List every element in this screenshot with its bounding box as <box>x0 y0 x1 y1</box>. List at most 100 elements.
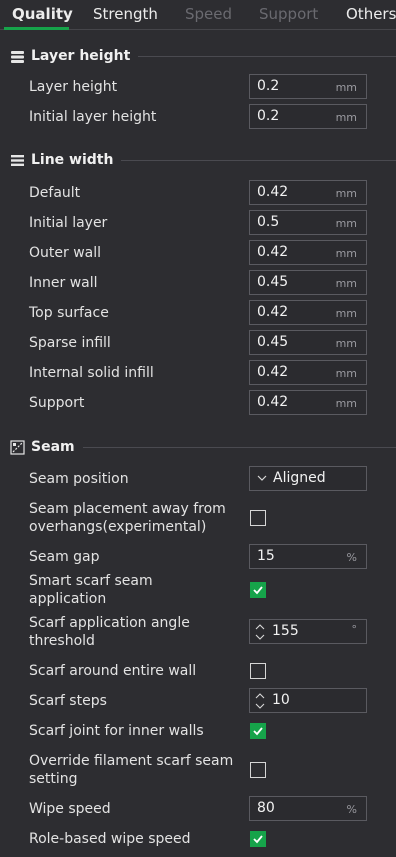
field-unit: % <box>346 551 357 564</box>
field-value: 0.5 <box>257 214 280 230</box>
section-seam: Seam <box>10 437 396 457</box>
setting-label: Support <box>29 395 85 411</box>
field-value: 0.45 <box>257 274 289 290</box>
setting-label: Inner wall <box>29 275 98 291</box>
tab-strength[interactable]: Strength <box>93 5 158 23</box>
setting-label: Initial layer height <box>29 109 157 125</box>
field-value: 155 <box>272 623 299 639</box>
label-line: Smart scarf seam <box>29 573 153 589</box>
role-based-wipe-checkbox[interactable] <box>250 831 266 847</box>
seam-icon <box>10 439 25 455</box>
scarf-inner-walls-checkbox[interactable] <box>250 723 266 739</box>
setting-label: Smart scarf seam application <box>29 572 239 608</box>
label-line: overhangs(experimental) <box>29 519 207 535</box>
override-filament-scarf-checkbox[interactable] <box>250 762 266 778</box>
initial-layer-width-input[interactable]: 0.5 mm <box>249 210 367 235</box>
seam-gap-input[interactable]: 15 % <box>249 544 367 569</box>
scarf-steps-spin-input[interactable]: 10 <box>249 688 367 713</box>
setting-label: Override filament scarf seam setting <box>29 752 239 788</box>
setting-label: Seam position <box>29 471 129 487</box>
inner-wall-width-input[interactable]: 0.45 mm <box>249 270 367 295</box>
setting-label: Scarf around entire wall <box>29 663 197 679</box>
label-line: Scarf application angle <box>29 615 190 631</box>
checkmark-icon <box>253 586 263 595</box>
field-unit: mm <box>335 397 357 410</box>
section-layer-height: Layer height <box>10 46 396 66</box>
scarf-angle-spin-input[interactable]: 155 ° <box>249 619 367 644</box>
spinner-arrows-icon[interactable] <box>254 691 266 711</box>
smart-scarf-checkbox[interactable] <box>250 582 266 598</box>
field-value: 0.2 <box>257 108 280 124</box>
field-value: 0.42 <box>257 364 289 380</box>
tab-support[interactable]: Support <box>259 5 318 23</box>
field-unit: mm <box>335 111 357 124</box>
field-value: 10 <box>272 692 290 708</box>
setting-label: Role-based wipe speed <box>29 831 191 847</box>
initial-layer-height-input[interactable]: 0.2 mm <box>249 104 367 129</box>
field-value: 0.2 <box>257 78 280 94</box>
field-unit: mm <box>335 247 357 260</box>
seam-away-checkbox[interactable] <box>250 510 266 526</box>
tab-speed[interactable]: Speed <box>185 5 232 23</box>
outer-wall-width-input[interactable]: 0.42 mm <box>249 240 367 265</box>
field-unit: mm <box>335 307 357 320</box>
layer-height-input[interactable]: 0.2 mm <box>249 74 367 99</box>
setting-label: Wipe speed <box>29 801 111 817</box>
setting-label: Scarf steps <box>29 693 107 709</box>
field-value: 0.42 <box>257 394 289 410</box>
tab-others[interactable]: Others <box>346 5 396 23</box>
scarf-entire-wall-checkbox[interactable] <box>250 663 266 679</box>
field-unit: mm <box>335 217 357 230</box>
wipe-speed-input[interactable]: 80 % <box>249 796 367 821</box>
field-value: 0.45 <box>257 334 289 350</box>
setting-label: Default <box>29 185 81 201</box>
setting-label: Seam gap <box>29 549 100 565</box>
checkmark-icon <box>253 727 263 736</box>
section-title-layer-height: Layer height <box>31 48 131 64</box>
setting-label: Top surface <box>29 305 109 321</box>
field-unit: % <box>346 803 357 816</box>
field-unit: ° <box>351 623 358 636</box>
label-line: setting <box>29 771 78 787</box>
label-line: Override filament scarf seam <box>29 753 234 769</box>
sparse-infill-width-input[interactable]: 0.45 mm <box>249 330 367 355</box>
label-line: Seam placement away from <box>29 501 226 517</box>
field-value: 0.42 <box>257 244 289 260</box>
field-value: 80 <box>257 800 275 816</box>
setting-label: Scarf application angle threshold <box>29 614 239 650</box>
default-width-input[interactable]: 0.42 mm <box>249 180 367 205</box>
section-title-line-width: Line width <box>31 152 114 168</box>
field-value: 0.42 <box>257 184 289 200</box>
setting-label: Layer height <box>29 79 118 95</box>
section-divider <box>138 55 396 57</box>
top-surface-width-input[interactable]: 0.42 mm <box>249 300 367 325</box>
field-unit: mm <box>335 277 357 290</box>
spinner-arrows-icon[interactable] <box>254 622 266 642</box>
active-tab-indicator <box>4 27 69 30</box>
lines-icon <box>10 153 25 168</box>
field-unit: mm <box>335 337 357 350</box>
setting-label: Outer wall <box>29 245 102 261</box>
setting-label: Scarf joint for inner walls <box>29 723 204 739</box>
label-line: threshold <box>29 633 95 649</box>
setting-label: Initial layer <box>29 215 108 231</box>
section-line-width: Line width <box>10 150 396 170</box>
field-value: Aligned <box>273 470 326 486</box>
seam-position-select[interactable]: Aligned <box>249 466 367 491</box>
setting-label: Seam placement away from overhangs(exper… <box>29 500 239 536</box>
field-unit: mm <box>335 187 357 200</box>
support-width-input[interactable]: 0.42 mm <box>249 390 367 415</box>
section-title-seam: Seam <box>31 439 75 455</box>
printer-bed-icon <box>10 49 25 64</box>
setting-label: Sparse infill <box>29 335 111 351</box>
field-unit: mm <box>335 81 357 94</box>
field-unit: mm <box>335 367 357 380</box>
internal-solid-infill-width-input[interactable]: 0.42 mm <box>249 360 367 385</box>
checkmark-icon <box>253 835 263 844</box>
field-value: 0.42 <box>257 304 289 320</box>
tab-quality[interactable]: Quality <box>12 5 73 23</box>
chevron-down-icon <box>257 475 267 481</box>
setting-label: Internal solid infill <box>29 365 154 381</box>
label-line: application <box>29 591 107 607</box>
field-value: 15 <box>257 548 275 564</box>
